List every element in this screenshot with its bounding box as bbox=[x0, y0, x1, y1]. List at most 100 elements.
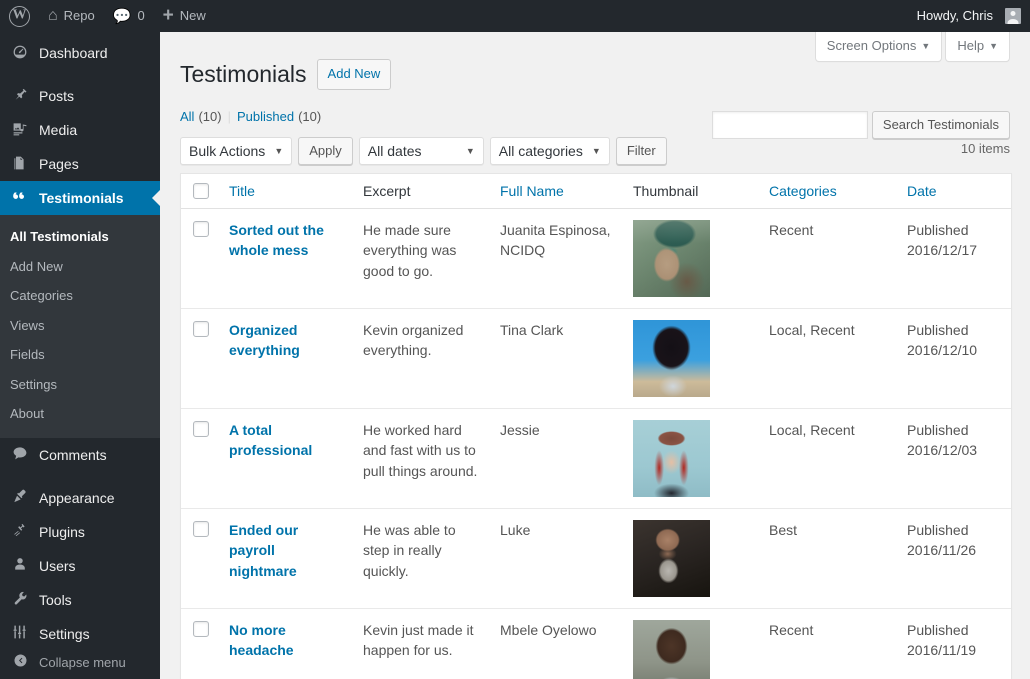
sidebar-item-media[interactable]: Media bbox=[0, 113, 160, 147]
wordpress-logo-icon bbox=[9, 6, 30, 27]
table-head: Title Excerpt Full Name Thumbnail Catego… bbox=[181, 174, 1011, 209]
submenu-item-settings[interactable]: Settings bbox=[0, 370, 160, 400]
sidebar-item-dashboard[interactable]: Dashboard bbox=[0, 36, 160, 70]
submenu-item-add-new[interactable]: Add New bbox=[0, 252, 160, 282]
sidebar-separator bbox=[0, 472, 160, 481]
testimonials-submenu: All Testimonials Add New Categories View… bbox=[0, 215, 160, 438]
site-name-label: Repo bbox=[64, 0, 95, 32]
submenu-item-categories[interactable]: Categories bbox=[0, 281, 160, 311]
row-select-checkbox[interactable] bbox=[193, 321, 209, 337]
column-header-fullname: Full Name bbox=[490, 174, 623, 209]
comments-bubble[interactable]: 💬 0 bbox=[104, 0, 154, 32]
row-categories-cell: Recent bbox=[759, 209, 897, 309]
sort-title-link[interactable]: Title bbox=[229, 183, 255, 199]
column-header-title: Title bbox=[219, 174, 353, 209]
row-date-cell: Published 2016/11/26 bbox=[897, 509, 1011, 609]
media-photo-music-icon bbox=[10, 121, 30, 140]
view-published-link[interactable]: Published bbox=[237, 104, 294, 130]
chevron-down-icon: ▼ bbox=[921, 41, 930, 51]
submenu-item-views[interactable]: Views bbox=[0, 311, 160, 341]
row-select-checkbox[interactable] bbox=[193, 521, 209, 537]
row-title-link[interactable]: A total professional bbox=[229, 422, 312, 458]
sidebar-item-pages[interactable]: Pages bbox=[0, 147, 160, 181]
row-title-link[interactable]: No more headache bbox=[229, 622, 294, 658]
submenu-item-fields[interactable]: Fields bbox=[0, 340, 160, 370]
submenu-item-about[interactable]: About bbox=[0, 399, 160, 429]
row-select-checkbox[interactable] bbox=[193, 421, 209, 437]
bulk-actions-select[interactable]: Bulk Actions ▼ bbox=[180, 137, 292, 165]
row-checkbox-cell bbox=[181, 209, 219, 309]
row-excerpt-cell: He made sure everything was good to go. bbox=[353, 209, 490, 309]
chevron-down-icon: ▼ bbox=[592, 146, 601, 156]
row-fullname-cell: Luke bbox=[490, 509, 623, 609]
row-categories-cell: Best bbox=[759, 509, 897, 609]
row-date-value: 2016/11/19 bbox=[907, 642, 976, 658]
submenu-item-all-testimonials[interactable]: All Testimonials bbox=[0, 222, 160, 252]
table-body: Sorted out the whole mess He made sure e… bbox=[181, 209, 1011, 679]
bearded-older-man-thumbnail bbox=[633, 520, 710, 597]
screen-options-button[interactable]: Screen Options▼ bbox=[815, 32, 943, 62]
category-filter-select[interactable]: All categories ▼ bbox=[490, 137, 610, 165]
sidebar-item-users[interactable]: Users bbox=[0, 549, 160, 583]
row-date-value: 2016/12/17 bbox=[907, 242, 977, 258]
sidebar-item-posts[interactable]: Posts bbox=[0, 79, 160, 113]
row-fullname-cell: Tina Clark bbox=[490, 309, 623, 409]
row-fullname-cell: Mbele Oyelowo bbox=[490, 609, 623, 679]
row-fullname-cell: Jessie bbox=[490, 409, 623, 509]
row-title-link[interactable]: Ended our payroll nightmare bbox=[229, 522, 298, 579]
filter-button[interactable]: Filter bbox=[616, 137, 667, 165]
view-all-count: (10) bbox=[198, 104, 221, 130]
row-thumbnail-cell bbox=[623, 209, 759, 309]
row-fullname-cell: Juanita Espinosa, NCIDQ bbox=[490, 209, 623, 309]
category-filter-value: All categories bbox=[499, 143, 583, 159]
collapse-menu-button[interactable]: Collapse menu bbox=[0, 645, 160, 679]
column-header-thumbnail: Thumbnail bbox=[623, 174, 759, 209]
column-header-checkbox bbox=[181, 174, 219, 209]
sort-date-link[interactable]: Date bbox=[907, 183, 937, 199]
search-submit-button[interactable]: Search Testimonials bbox=[872, 111, 1010, 139]
row-thumbnail-cell bbox=[623, 509, 759, 609]
row-excerpt-cell: Kevin just made it happen for us. bbox=[353, 609, 490, 679]
my-account-menu[interactable]: Howdy, Chris bbox=[908, 0, 1030, 32]
help-button[interactable]: Help▼ bbox=[945, 32, 1010, 62]
row-date-status: Published bbox=[907, 622, 969, 638]
table-row: Sorted out the whole mess He made sure e… bbox=[181, 209, 1011, 309]
row-thumbnail-cell bbox=[623, 309, 759, 409]
select-all-checkbox[interactable] bbox=[193, 183, 209, 199]
search-box: Search Testimonials bbox=[712, 111, 1010, 139]
comment-bubble-icon: 💬 bbox=[113, 9, 132, 24]
row-title-link[interactable]: Organized everything bbox=[229, 322, 300, 358]
wp-logo-menu[interactable] bbox=[0, 0, 39, 32]
sliders-icon bbox=[10, 624, 30, 643]
date-filter-select[interactable]: All dates ▼ bbox=[359, 137, 484, 165]
row-select-checkbox[interactable] bbox=[193, 221, 209, 237]
table-header-row: Title Excerpt Full Name Thumbnail Catego… bbox=[181, 174, 1011, 209]
wrench-icon bbox=[10, 590, 30, 609]
chevron-down-icon: ▼ bbox=[274, 146, 283, 156]
sidebar-item-testimonials[interactable]: Testimonials bbox=[0, 181, 160, 215]
row-select-checkbox[interactable] bbox=[193, 621, 209, 637]
view-all-link[interactable]: All bbox=[180, 104, 194, 130]
search-input[interactable] bbox=[712, 111, 868, 139]
woman-with-red-hair-and-helmet-thumbnail bbox=[633, 420, 710, 497]
bulk-actions-value: Bulk Actions bbox=[189, 143, 265, 159]
site-name-menu[interactable]: ⌂ Repo bbox=[39, 0, 104, 32]
sort-categories-link[interactable]: Categories bbox=[769, 183, 837, 199]
table-row: No more headache Kevin just made it happ… bbox=[181, 609, 1011, 679]
comments-count: 0 bbox=[137, 0, 144, 32]
sidebar-item-tools[interactable]: Tools bbox=[0, 583, 160, 617]
sort-fullname-link[interactable]: Full Name bbox=[500, 183, 564, 199]
pushpin-icon bbox=[10, 87, 30, 106]
new-content-menu[interactable]: + New bbox=[154, 0, 215, 32]
row-date-status: Published bbox=[907, 422, 969, 438]
row-checkbox-cell bbox=[181, 309, 219, 409]
add-new-button[interactable]: Add New bbox=[317, 59, 392, 90]
sidebar-item-comments[interactable]: Comments bbox=[0, 438, 160, 472]
sidebar-item-plugins[interactable]: Plugins bbox=[0, 515, 160, 549]
row-checkbox-cell bbox=[181, 509, 219, 609]
row-title-cell: Organized everything bbox=[219, 309, 353, 409]
apply-button[interactable]: Apply bbox=[298, 137, 353, 165]
row-excerpt-cell: He was able to step in really quickly. bbox=[353, 509, 490, 609]
sidebar-item-appearance[interactable]: Appearance bbox=[0, 481, 160, 515]
row-title-link[interactable]: Sorted out the whole mess bbox=[229, 222, 324, 258]
